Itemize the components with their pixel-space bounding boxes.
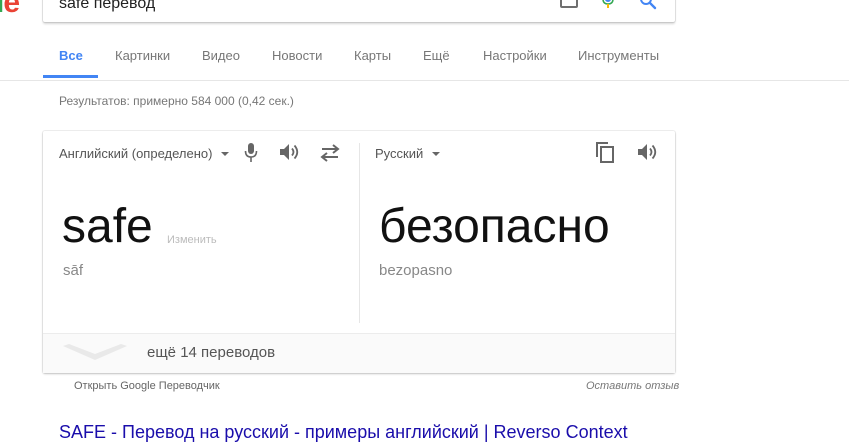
target-language-select[interactable]: Русский bbox=[375, 146, 441, 161]
search-input[interactable]: safe перевод bbox=[59, 0, 155, 13]
translate-card: Английский (определено) Русский safe Изм… bbox=[43, 131, 675, 373]
header: le safe перевод Все Картинки Видео Новос… bbox=[0, 0, 849, 81]
speaker-icon[interactable] bbox=[279, 142, 301, 162]
chevron-down-icon bbox=[221, 151, 230, 156]
target-transliteration: bezopasno bbox=[379, 262, 453, 279]
more-translations-link[interactable]: ещё 14 переводов bbox=[147, 344, 275, 361]
tab-news[interactable]: Новости bbox=[272, 40, 322, 78]
card-footer-divider bbox=[43, 333, 675, 334]
source-language-label: Английский (определено) bbox=[59, 146, 213, 161]
chevron-down-icon[interactable] bbox=[61, 342, 129, 362]
tab-settings[interactable]: Настройки bbox=[483, 40, 547, 78]
microphone-icon[interactable] bbox=[602, 0, 614, 8]
search-icon[interactable] bbox=[639, 0, 657, 10]
feedback-link[interactable]: Оставить отзыв bbox=[586, 380, 679, 392]
source-transliteration: sāf bbox=[63, 262, 84, 279]
change-link[interactable]: Изменить bbox=[167, 234, 217, 246]
translated-text: безопасно bbox=[379, 200, 610, 253]
swap-languages-icon[interactable] bbox=[319, 144, 341, 162]
source-text[interactable]: safe bbox=[62, 199, 153, 255]
tab-images[interactable]: Картинки bbox=[115, 40, 170, 78]
tab-maps[interactable]: Карты bbox=[354, 40, 391, 78]
open-google-translate-link[interactable]: Открыть Google Переводчик bbox=[74, 380, 220, 392]
tab-tools[interactable]: Инструменты bbox=[578, 40, 659, 78]
tab-video[interactable]: Видео bbox=[202, 40, 240, 78]
results-count: Результатов: примерно 584 000 (0,42 сек.… bbox=[59, 94, 294, 108]
keyboard-icon[interactable] bbox=[560, 0, 578, 8]
panel-divider bbox=[359, 143, 360, 323]
more-translations-bar[interactable] bbox=[43, 334, 675, 373]
google-logo[interactable]: le bbox=[0, 0, 20, 20]
target-language-label: Русский bbox=[375, 146, 424, 161]
speaker-icon[interactable] bbox=[637, 142, 659, 162]
tab-all[interactable]: Все bbox=[59, 40, 83, 78]
tab-more[interactable]: Ещё bbox=[423, 40, 450, 78]
copy-icon[interactable] bbox=[595, 141, 615, 163]
active-tab-indicator bbox=[43, 75, 98, 78]
chevron-down-icon bbox=[432, 151, 441, 156]
microphone-icon[interactable] bbox=[244, 143, 258, 163]
search-box[interactable]: safe перевод bbox=[43, 0, 675, 22]
source-language-select[interactable]: Английский (определено) bbox=[59, 146, 230, 161]
